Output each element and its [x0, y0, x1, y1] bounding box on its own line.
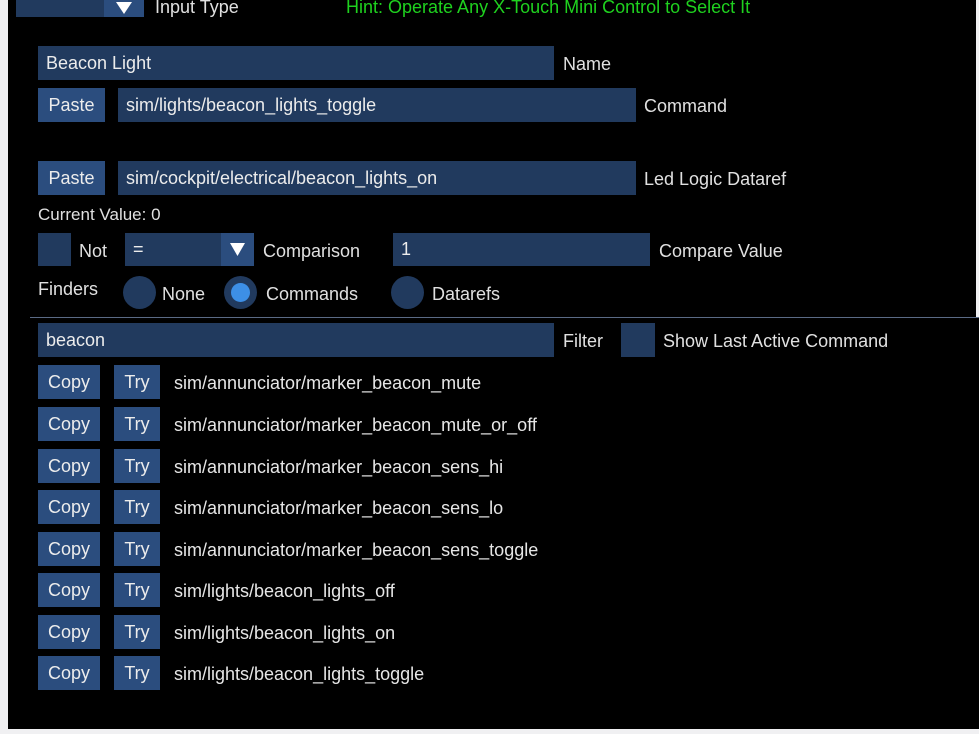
command-name: sim/annunciator/marker_beacon_sens_lo: [174, 498, 504, 518]
command-name: sim/annunciator/marker_beacon_mute_or_of…: [174, 415, 537, 435]
compare-value-label: Compare Value: [659, 241, 783, 261]
list-item: Copy Try sim/lights/beacon_lights_off: [0, 573, 979, 607]
filter-input[interactable]: beacon: [38, 323, 554, 357]
try-button[interactable]: Try: [114, 532, 160, 566]
copy-button[interactable]: Copy: [38, 449, 100, 483]
command-input[interactable]: sim/lights/beacon_lights_toggle: [118, 88, 636, 122]
finders-label: Finders: [38, 279, 99, 299]
list-item: Copy Try sim/annunciator/marker_beacon_s…: [0, 490, 979, 524]
input-type-select[interactable]: [16, 0, 110, 17]
list-item: Copy Try sim/annunciator/marker_beacon_s…: [0, 449, 979, 483]
copy-button[interactable]: Copy: [38, 532, 100, 566]
command-paste-button[interactable]: Paste: [38, 88, 105, 122]
try-button[interactable]: Try: [114, 656, 160, 690]
led-dataref-label: Led Logic Dataref: [644, 169, 787, 189]
input-type-dropdown-button[interactable]: [104, 0, 144, 17]
comparison-label: Comparison: [263, 241, 361, 261]
copy-button[interactable]: Copy: [38, 407, 100, 441]
dataref-paste-button[interactable]: Paste: [38, 161, 105, 195]
not-label: Not: [79, 241, 108, 261]
finder-commands-label: Commands: [266, 284, 359, 304]
command-name: sim/annunciator/marker_beacon_sens_toggl…: [174, 540, 539, 560]
list-item: Copy Try sim/annunciator/marker_beacon_s…: [0, 532, 979, 566]
current-value-text: Current Value: 0: [38, 205, 161, 224]
show-last-active-label: Show Last Active Command: [663, 331, 889, 351]
try-button[interactable]: Try: [114, 615, 160, 649]
name-input[interactable]: Beacon Light: [38, 46, 554, 80]
command-name: sim/annunciator/marker_beacon_mute: [174, 373, 482, 393]
input-type-label: Input Type: [155, 0, 239, 17]
copy-button[interactable]: Copy: [38, 573, 100, 607]
try-button[interactable]: Try: [114, 490, 160, 524]
finder-none-radio[interactable]: [123, 276, 156, 309]
finder-none-label: None: [162, 284, 206, 304]
list-item: Copy Try sim/annunciator/marker_beacon_m…: [0, 407, 979, 441]
command-name: sim/lights/beacon_lights_toggle: [174, 664, 425, 684]
command-name: sim/annunciator/marker_beacon_sens_hi: [174, 457, 504, 477]
chevron-down-icon: [116, 2, 132, 14]
section-divider: [30, 317, 979, 318]
command-name: sim/lights/beacon_lights_on: [174, 623, 396, 643]
copy-button[interactable]: Copy: [38, 615, 100, 649]
window-edge-bottom: [0, 729, 979, 734]
show-last-active-checkbox[interactable]: [621, 323, 655, 357]
try-button[interactable]: Try: [114, 407, 160, 441]
list-item: Copy Try sim/lights/beacon_lights_on: [0, 615, 979, 649]
copy-button[interactable]: Copy: [38, 490, 100, 524]
command-name: sim/lights/beacon_lights_off: [174, 581, 395, 601]
comparison-select[interactable]: =: [125, 233, 221, 266]
not-checkbox[interactable]: [38, 233, 71, 266]
name-label: Name: [563, 54, 612, 74]
list-item: Copy Try sim/lights/beacon_lights_toggle: [0, 656, 979, 690]
header-strip: Input Type Hint: Operate Any X-Touch Min…: [8, 0, 976, 30]
compare-value-input[interactable]: 1: [393, 233, 650, 266]
try-button[interactable]: Try: [114, 365, 160, 399]
comparison-dropdown-button[interactable]: [221, 233, 254, 266]
command-label: Command: [644, 96, 728, 116]
hint-text: Hint: Operate Any X-Touch Mini Control t…: [346, 0, 751, 17]
filter-label: Filter: [563, 331, 603, 351]
try-button[interactable]: Try: [114, 449, 160, 483]
finder-commands-radio[interactable]: [224, 276, 257, 309]
copy-button[interactable]: Copy: [38, 365, 100, 399]
copy-button[interactable]: Copy: [38, 656, 100, 690]
try-button[interactable]: Try: [114, 573, 160, 607]
list-item: Copy Try sim/annunciator/marker_beacon_m…: [0, 365, 979, 399]
led-dataref-input[interactable]: sim/cockpit/electrical/beacon_lights_on: [118, 161, 636, 195]
finder-datarefs-radio[interactable]: [391, 276, 424, 309]
finder-datarefs-label: Datarefs: [432, 284, 501, 304]
chevron-down-icon: [230, 243, 245, 256]
